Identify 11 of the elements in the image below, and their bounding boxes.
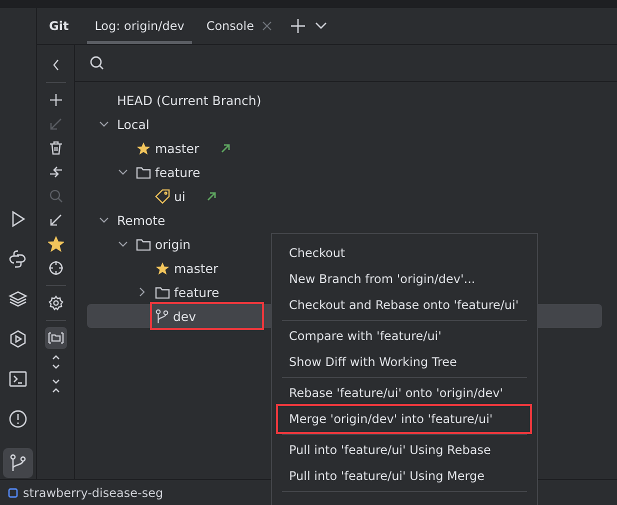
- tree-label: HEAD (Current Branch): [117, 92, 262, 108]
- tree-label: master: [174, 260, 218, 276]
- tree-label: dev: [173, 308, 196, 324]
- tree-label: Remote: [117, 212, 166, 228]
- tree-label: master: [155, 140, 200, 156]
- tree-label: feature: [174, 284, 220, 300]
- tree-label: origin: [155, 236, 191, 252]
- tree-label: ui: [174, 188, 186, 204]
- tree-label: Local: [117, 116, 150, 132]
- tree-label: feature: [155, 164, 200, 180]
- panel-title: Git: [49, 19, 69, 33]
